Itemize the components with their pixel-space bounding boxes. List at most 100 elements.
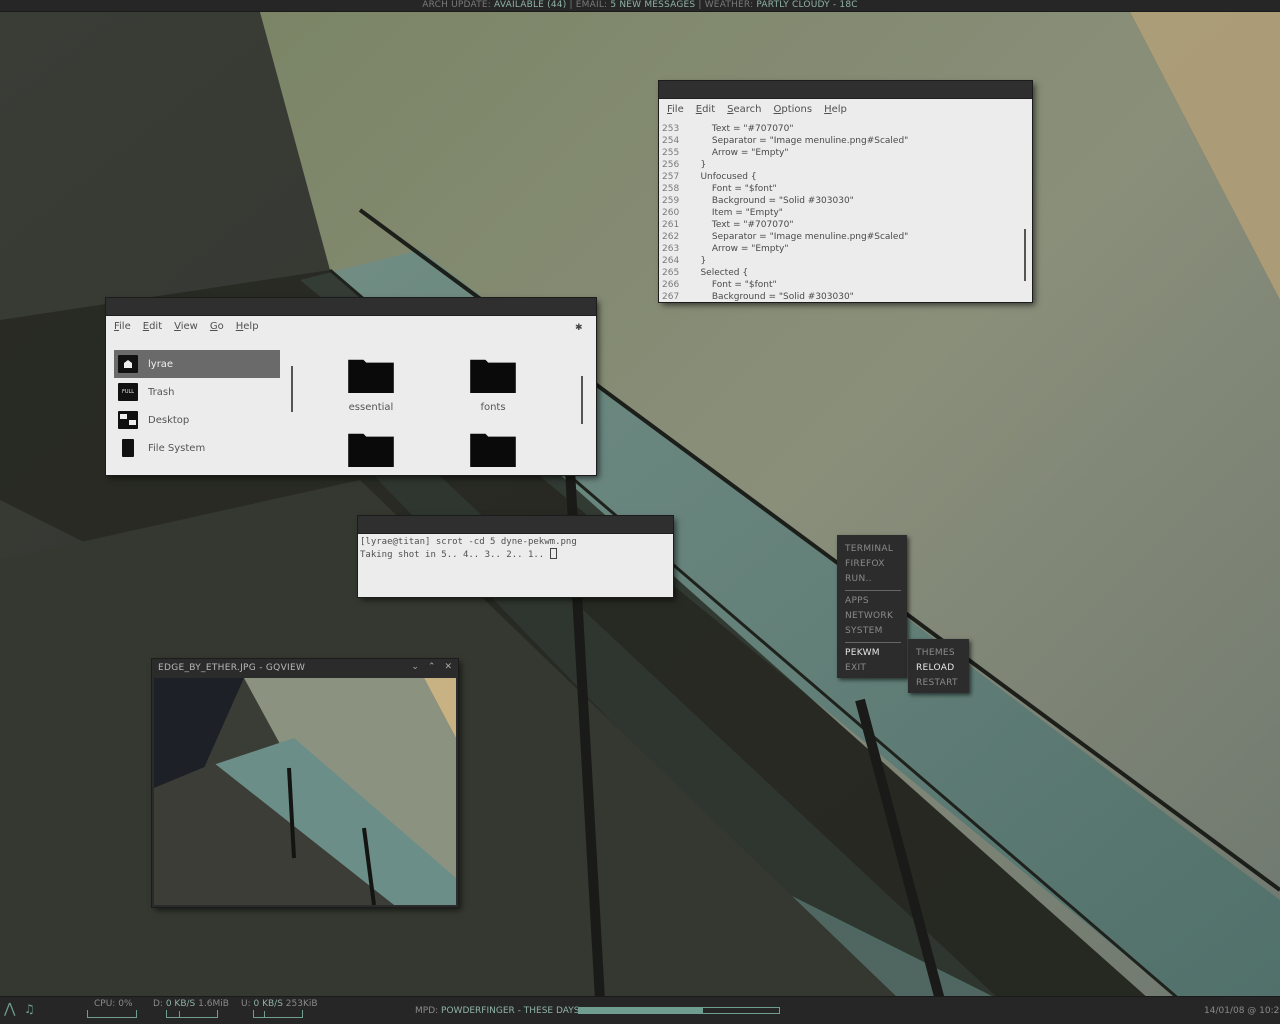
folder-icon (348, 433, 394, 468)
cpu-graph (87, 1010, 137, 1018)
terminal-cursor (549, 548, 557, 559)
home-icon (118, 355, 138, 373)
code-line: 254 Separator = "Image menuline.png#Scal… (662, 136, 909, 146)
editor-titlebar[interactable] (659, 81, 1032, 99)
code-line: 253 Text = "#707070" (662, 124, 794, 134)
editor-menu-search[interactable]: Search (727, 104, 761, 115)
close-icon[interactable]: ✕ (444, 662, 452, 672)
maximize-icon[interactable]: ⌃ (428, 662, 436, 672)
terminal-window[interactable]: [lyrae@titan] scrot -cd 5 dyne-pekwm.png… (358, 516, 673, 597)
email-value: 5 NEW MESSAGES (610, 0, 696, 10)
sidebar-scrollbar[interactable] (291, 366, 293, 412)
menu-item-exit[interactable]: EXIT (837, 661, 907, 676)
code-line: 258 Font = "$font" (662, 184, 777, 194)
editor-menu-options[interactable]: Options (774, 104, 813, 115)
music-note-icon[interactable]: ♫ (24, 1001, 35, 1017)
minimize-icon[interactable]: ⌄ (411, 662, 419, 672)
image-preview[interactable] (154, 678, 456, 905)
editor-menu-edit[interactable]: Edit (696, 104, 715, 115)
editor-menubar: File Edit Search Options Help (659, 99, 1032, 119)
arch-update-value: AVAILABLE (44) (494, 0, 567, 10)
weather-label: WEATHER: (704, 0, 754, 10)
file-manager-window[interactable]: File Edit View Go Help ✱ lyrae FULL Tras… (106, 298, 596, 475)
folder-label: fonts (480, 402, 506, 413)
code-line: 256 } (662, 160, 707, 170)
menu-item-themes[interactable]: THEMES (908, 646, 969, 661)
menu-item-restart[interactable]: RESTART (908, 676, 969, 691)
menu-item-reload[interactable]: RELOAD (908, 661, 969, 676)
folder-item[interactable] (336, 430, 406, 471)
terminal-command-line: [lyrae@titan] scrot -cd 5 dyne-pekwm.png (360, 537, 577, 547)
folder-label: essential (348, 402, 394, 413)
sidebar-item-home[interactable]: lyrae (114, 350, 280, 378)
bottom-status-bar: ⋀ ♫ CPU: 0% D: 0 KB/S 1.6MiB U: 0 KB/S 2… (0, 996, 1280, 1024)
cpu-label: CPU: (94, 999, 116, 1009)
menu-item-terminal[interactable]: TERMINAL (837, 542, 907, 557)
menu-item-network[interactable]: NETWORK (837, 609, 907, 624)
file-manager-titlebar[interactable] (106, 298, 596, 316)
window-title: EDGE_BY_ETHER.JPG - GQVIEW (158, 663, 306, 673)
menu-item-system[interactable]: SYSTEM (837, 624, 907, 639)
code-line: 261 Text = "#707070" (662, 220, 794, 230)
mpd-label: MPD: (415, 1006, 439, 1016)
upload-rate: 0 KB/S (253, 999, 283, 1009)
download-readout: D: 0 KB/S 1.6MiB (153, 999, 229, 1009)
sidebar-item-label: Desktop (148, 414, 190, 426)
terminal-output[interactable]: [lyrae@titan] scrot -cd 5 dyne-pekwm.png… (358, 534, 673, 563)
fm-menu-edit[interactable]: Edit (143, 321, 162, 332)
code-line: 255 Arrow = "Empty" (662, 148, 789, 158)
mpd-progress-fill (579, 1008, 703, 1013)
code-line: 264 } (662, 256, 707, 266)
menu-separator (845, 642, 901, 643)
arch-update-label: ARCH UPDATE: (422, 0, 491, 10)
trash-icon: FULL (118, 383, 138, 401)
code-line: 267 Background = "Solid #303030" (662, 292, 854, 301)
menu-item-apps[interactable]: APPS (837, 594, 907, 609)
fm-menu-help[interactable]: Help (236, 321, 259, 332)
code-line: 265 Selected { (662, 268, 749, 278)
drive-icon (122, 439, 134, 457)
desktop-icon (118, 411, 138, 429)
sidebar-item-trash[interactable]: FULL Trash (114, 378, 280, 406)
code-line: 266 Font = "$font" (662, 280, 777, 290)
code-line: 259 Background = "Solid #303030" (662, 196, 854, 206)
sidebar-item-filesystem[interactable]: File System (114, 434, 280, 462)
weather-value: PARTLY CLOUDY - 18C (756, 0, 858, 10)
folder-icon (470, 433, 516, 468)
editor-scrollbar[interactable] (1024, 229, 1026, 281)
sidebar-item-label: File System (148, 442, 206, 454)
terminal-titlebar[interactable] (358, 516, 673, 534)
download-graph (166, 1010, 218, 1018)
mpd-track: POWDERFINGER - THESE DAYS (441, 1006, 580, 1016)
file-grid: essential fonts (336, 356, 556, 475)
fm-menu-go[interactable]: Go (210, 321, 224, 332)
file-manager-menubar: File Edit View Go Help (106, 316, 596, 336)
arch-logo-icon[interactable]: ⋀ (4, 1001, 15, 1017)
download-label: D: (153, 999, 163, 1009)
menu-item-run[interactable]: RUN.. (837, 572, 907, 587)
text-editor-window[interactable]: File Edit Search Options Help 253 Text =… (659, 81, 1032, 302)
upload-readout: U: 0 KB/S 253KiB (241, 999, 318, 1009)
folder-item[interactable]: fonts (458, 356, 528, 413)
editor-menu-file[interactable]: File (667, 104, 684, 115)
root-menu: TERMINAL FIREFOX RUN.. APPS NETWORK SYST… (837, 535, 907, 678)
folder-item[interactable]: essential (336, 356, 406, 413)
editor-text-area[interactable]: 253 Text = "#707070" 254 Separator = "Im… (659, 123, 1032, 301)
mpd-progress-bar[interactable] (578, 1007, 780, 1014)
menu-item-pekwm[interactable]: PEKWM (837, 646, 907, 661)
editor-menu-help[interactable]: Help (824, 104, 847, 115)
file-grid-scrollbar[interactable] (581, 376, 583, 424)
code-line: 263 Arrow = "Empty" (662, 244, 789, 254)
image-viewer-window[interactable]: EDGE_BY_ETHER.JPG - GQVIEW ⌄ ⌃ ✕ (152, 659, 458, 907)
cpu-value: 0% (118, 999, 133, 1009)
places-sidebar: lyrae FULL Trash Desktop File System (114, 350, 280, 462)
folder-item[interactable] (458, 430, 528, 471)
terminal-status-line: Taking shot in 5.. 4.. 3.. 2.. 1.. (360, 550, 550, 560)
menu-item-firefox[interactable]: FIREFOX (837, 557, 907, 572)
fm-menu-view[interactable]: View (174, 321, 198, 332)
top-status-bar: ARCH UPDATE: AVAILABLE (44) | EMAIL: 5 N… (0, 0, 1280, 12)
sidebar-item-desktop[interactable]: Desktop (114, 406, 280, 434)
fm-menu-file[interactable]: File (114, 321, 131, 332)
mpd-readout: MPD: POWDERFINGER - THESE DAYS (415, 1006, 579, 1016)
download-total: 1.6MiB (198, 999, 229, 1009)
